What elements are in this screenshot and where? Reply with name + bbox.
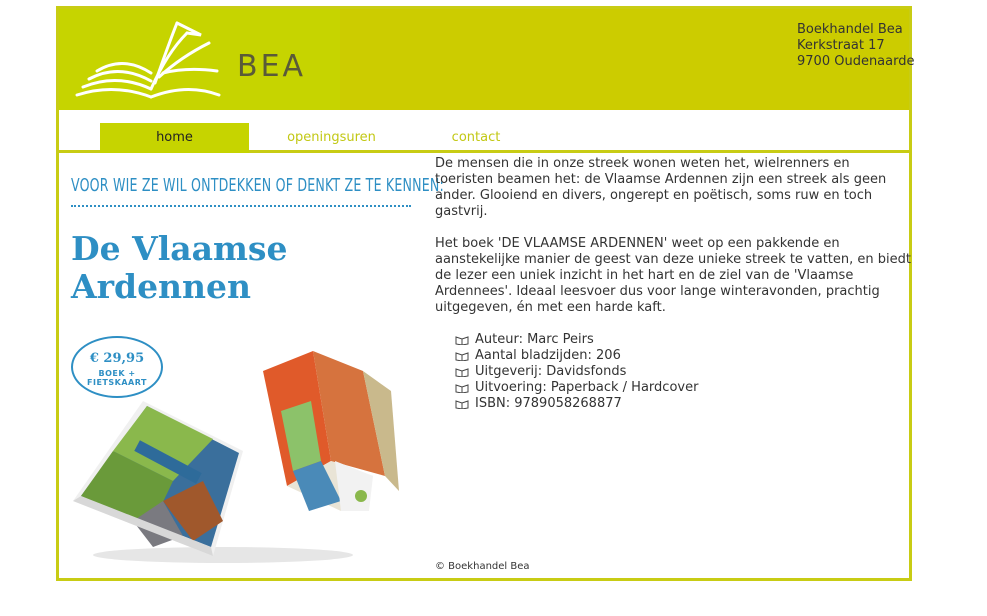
page-frame: BEA Boekhandel Bea Kerkstraat 17 9700 Ou…	[56, 6, 914, 581]
detail-author: Auteur: Marc Peirs	[475, 332, 594, 347]
promo-tagline: VOOR WIE ZE WIL ONTDEKKEN OF DENKT ZE TE…	[71, 176, 444, 196]
nav-contact[interactable]: contact	[441, 123, 511, 153]
promo-title: De Vlaamse Ardennen	[71, 230, 288, 306]
nav-home[interactable]: home	[100, 123, 249, 153]
list-item: Uitvoering: Paperback / Hardcover	[455, 380, 911, 396]
description-paragraph-1: De mensen die in onze streek wonen weten…	[435, 156, 887, 219]
header: BEA Boekhandel Bea Kerkstraat 17 9700 Ou…	[59, 9, 914, 110]
promo-title-line2: Ardennen	[71, 267, 252, 306]
store-name: Boekhandel Bea	[797, 22, 903, 37]
list-item: Auteur: Marc Peirs	[455, 332, 911, 348]
price-badge: € 29,95 BOEK + FIETSKAART	[71, 336, 163, 398]
nav-openingsuren[interactable]: openingsuren	[274, 123, 389, 153]
book-bullet-icon	[455, 336, 469, 345]
list-item: Aantal bladzijden: 206	[455, 348, 911, 364]
list-item: ISBN: 9789058268877	[455, 396, 911, 412]
book-description: De mensen die in onze streek wonen weten…	[435, 156, 911, 412]
book-bullet-icon	[455, 352, 469, 361]
price-amount: € 29,95	[89, 351, 145, 366]
store-address: Boekhandel Bea Kerkstraat 17 9700 Oudena…	[797, 22, 914, 70]
store-city: 9700 Oudenaarde	[797, 54, 915, 69]
main-nav: home openingsuren contact	[59, 110, 909, 153]
book-bullet-icon	[455, 368, 469, 377]
price-subtitle: BOEK + FIETSKAART	[87, 369, 147, 387]
book-bullet-icon	[455, 384, 469, 393]
logo[interactable]: BEA	[59, 9, 340, 110]
detail-publisher: Uitgeverij: Davidsfonds	[475, 364, 627, 379]
promo-title-line1: De Vlaamse	[71, 229, 288, 268]
logo-text: BEA	[237, 49, 307, 84]
detail-isbn: ISBN: 9789058268877	[475, 396, 622, 411]
folded-cycling-map	[263, 351, 399, 511]
footer-copyright: © Boekhandel Bea	[435, 561, 530, 572]
description-paragraph-2: Het boek 'DE VLAAMSE ARDENNEN' weet op e…	[435, 236, 911, 315]
book-bullet-icon	[455, 400, 469, 409]
detail-format: Uitvoering: Paperback / Hardcover	[475, 380, 699, 395]
detail-pages: Aantal bladzijden: 206	[475, 348, 621, 363]
book-promo-image: VOOR WIE ZE WIL ONTDEKKEN OF DENKT ZE TE…	[59, 156, 444, 578]
dotted-divider	[71, 205, 411, 207]
store-street: Kerkstraat 17	[797, 38, 885, 53]
book-cover	[73, 401, 243, 556]
open-book-icon	[75, 21, 221, 99]
book-details-list: Auteur: Marc Peirs Aantal bladzijden: 20…	[455, 332, 911, 412]
list-item: Uitgeverij: Davidsfonds	[455, 364, 911, 380]
